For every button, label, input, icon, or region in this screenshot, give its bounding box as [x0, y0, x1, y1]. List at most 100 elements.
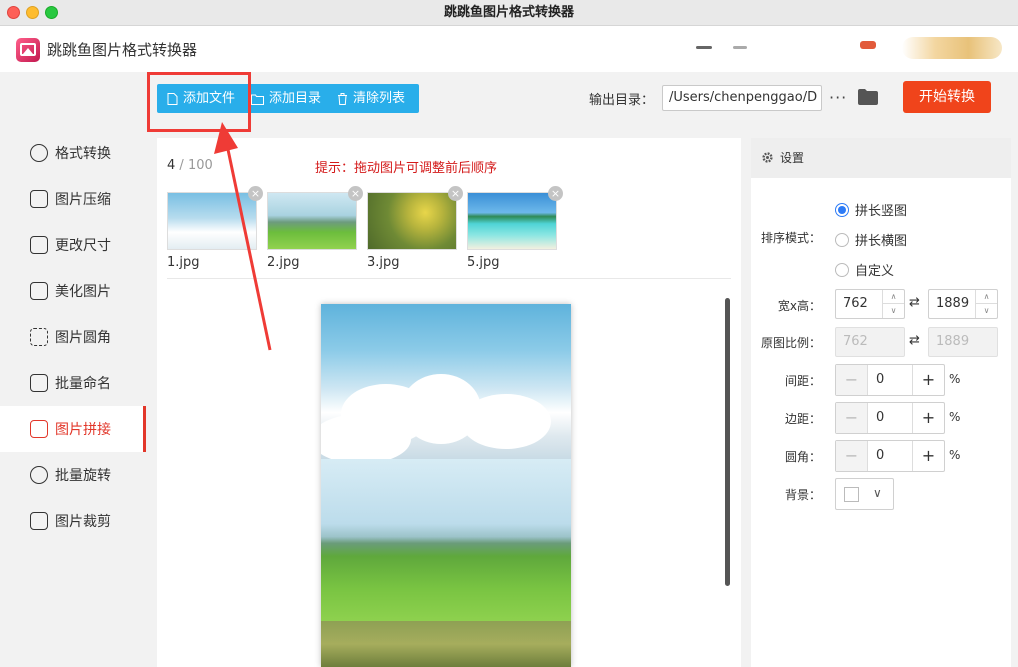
- crop-icon: [30, 512, 48, 530]
- corner-value[interactable]: 0: [876, 441, 884, 471]
- minimize-window-button[interactable]: [26, 6, 39, 19]
- margin-stepper[interactable]: − 0 +: [835, 402, 945, 434]
- width-input[interactable]: 762 ∧ ∨: [835, 289, 905, 319]
- radio-label: 拼长横图: [855, 234, 908, 249]
- thumbnail-item[interactable]: ×: [267, 186, 363, 250]
- radio-label: 拼长竖图: [855, 204, 908, 219]
- sidebar-item-label: 格式转换: [55, 146, 111, 162]
- open-folder-icon[interactable]: [858, 89, 878, 105]
- add-directory-label: 添加目录: [269, 91, 322, 106]
- corner-plus-button[interactable]: +: [912, 441, 944, 471]
- sort-mode-label: 排序模式：: [760, 231, 821, 245]
- height-spinner[interactable]: ∧ ∨: [975, 290, 997, 318]
- size-label: 宽x高：: [777, 299, 821, 313]
- sidebar-item-resize[interactable]: 更改尺寸: [0, 222, 146, 268]
- margin-label: 边距：: [784, 412, 821, 426]
- spacing-plus-button[interactable]: +: [912, 365, 944, 395]
- margin-value[interactable]: 0: [876, 403, 884, 433]
- window-title: 跳跳鱼图片格式转换器: [443, 5, 574, 20]
- sidebar-item-crop[interactable]: 图片裁剪: [0, 498, 146, 544]
- corner-minus-button[interactable]: −: [836, 441, 868, 471]
- ratio-width-input: 762: [835, 327, 905, 357]
- spacing-stepper[interactable]: − 0 +: [835, 364, 945, 396]
- sort-mode-vertical-radio[interactable]: 拼长竖图: [835, 200, 907, 219]
- sidebar-item-rotate[interactable]: 批量旋转: [0, 452, 146, 498]
- thumbnail-image: [468, 193, 556, 249]
- radio-button[interactable]: [835, 232, 849, 247]
- corner-label: 圆角：: [784, 450, 821, 464]
- clear-list-label: 清除列表: [353, 91, 406, 106]
- thumbnail-filename: 3.jpg: [367, 255, 400, 270]
- radio-button[interactable]: [835, 202, 849, 217]
- width-spinner[interactable]: ∧ ∨: [882, 290, 904, 318]
- round-corner-icon: [30, 328, 48, 346]
- swap-size-icon[interactable]: ⇄: [909, 295, 920, 310]
- sidebar-item-rename[interactable]: 批量命名: [0, 360, 146, 406]
- preview-image-3: [321, 621, 571, 667]
- annotation-arrow-icon: [214, 122, 272, 351]
- radio-button[interactable]: [835, 262, 849, 277]
- file-count: 4 / 100: [167, 158, 213, 173]
- height-input[interactable]: 1889 ∧ ∨: [928, 289, 998, 319]
- chevron-down-icon: ∨: [873, 486, 882, 500]
- background-label: 背景：: [784, 488, 821, 502]
- start-convert-button[interactable]: 开始转换: [903, 81, 991, 113]
- thumbnail-item[interactable]: ×: [467, 186, 563, 250]
- header-minimize-icon[interactable]: [733, 46, 747, 49]
- output-directory-input[interactable]: /Users/chenpenggao/D: [662, 85, 822, 111]
- resize-icon: [30, 236, 48, 254]
- sidebar-item-round-corner[interactable]: 图片圆角: [0, 314, 146, 360]
- color-swatch: [844, 487, 859, 502]
- thumbnail-filename: 1.jpg: [167, 255, 200, 270]
- rotate-icon: [30, 466, 48, 484]
- remove-thumbnail-icon[interactable]: ×: [448, 186, 463, 201]
- sidebar-item-label: 图片裁剪: [55, 514, 111, 530]
- spacing-minus-button[interactable]: −: [836, 365, 868, 395]
- ratio-width-value: 762: [843, 334, 868, 349]
- radio-label: 自定义: [855, 264, 895, 279]
- more-options-icon[interactable]: ···: [829, 88, 847, 107]
- rename-icon: [30, 374, 48, 392]
- sort-mode-horizontal-radio[interactable]: 拼长横图: [835, 230, 907, 249]
- header-badge-icon[interactable]: [860, 41, 876, 49]
- maximize-window-button[interactable]: [45, 6, 58, 19]
- sidebar-item-stitch[interactable]: 图片拼接: [0, 406, 146, 452]
- preview-image-2: [321, 459, 571, 621]
- margin-plus-button[interactable]: +: [912, 403, 944, 433]
- sidebar-item-compress[interactable]: 图片压缩: [0, 176, 146, 222]
- margin-unit: %: [949, 410, 961, 424]
- sidebar-nav: 格式转换 图片压缩 更改尺寸 美化图片 图片圆角 批量命名 图片拼接 批量旋转 …: [0, 130, 146, 667]
- header-vip-banner[interactable]: [902, 37, 1002, 59]
- header-menu-icon[interactable]: [696, 46, 712, 49]
- gear-icon: [762, 152, 773, 163]
- width-value: 762: [843, 296, 868, 311]
- compress-icon: [30, 190, 48, 208]
- corner-stepper[interactable]: − 0 +: [835, 440, 945, 472]
- thumbnail-image: [368, 193, 456, 249]
- spacing-value[interactable]: 0: [876, 365, 884, 395]
- height-value: 1889: [936, 296, 970, 311]
- output-directory-label: 输出目录：: [589, 93, 655, 108]
- sidebar-item-label: 批量命名: [55, 376, 111, 392]
- spacing-unit: %: [949, 372, 961, 386]
- add-directory-button[interactable]: 添加目录: [241, 84, 327, 113]
- sidebar-item-label: 更改尺寸: [55, 238, 111, 254]
- preview-scrollbar[interactable]: [725, 298, 730, 586]
- sidebar-item-label: 图片圆角: [55, 330, 111, 346]
- swap-ratio-icon: ⇄: [909, 333, 920, 348]
- sidebar-item-label: 批量旋转: [55, 468, 111, 484]
- clear-list-button[interactable]: 清除列表: [327, 84, 411, 113]
- sort-mode-custom-radio[interactable]: 自定义: [835, 260, 894, 279]
- settings-header: 设置: [751, 138, 1011, 178]
- background-color-picker[interactable]: ∨: [835, 478, 894, 510]
- thumbnail-item[interactable]: ×: [367, 186, 463, 250]
- remove-thumbnail-icon[interactable]: ×: [348, 186, 363, 201]
- settings-panel: 设置 排序模式： 拼长竖图 拼长横图 自定义 宽x高： 762 ∧ ∨ ⇄ 188…: [751, 138, 1011, 667]
- sidebar-item-format-convert[interactable]: 格式转换: [0, 130, 146, 176]
- remove-thumbnail-icon[interactable]: ×: [548, 186, 563, 201]
- thumbnail-filename: 5.jpg: [467, 255, 500, 270]
- close-window-button[interactable]: [7, 6, 20, 19]
- sidebar-item-beautify[interactable]: 美化图片: [0, 268, 146, 314]
- margin-minus-button[interactable]: −: [836, 403, 868, 433]
- window-titlebar: 跳跳鱼图片格式转换器: [0, 0, 1018, 26]
